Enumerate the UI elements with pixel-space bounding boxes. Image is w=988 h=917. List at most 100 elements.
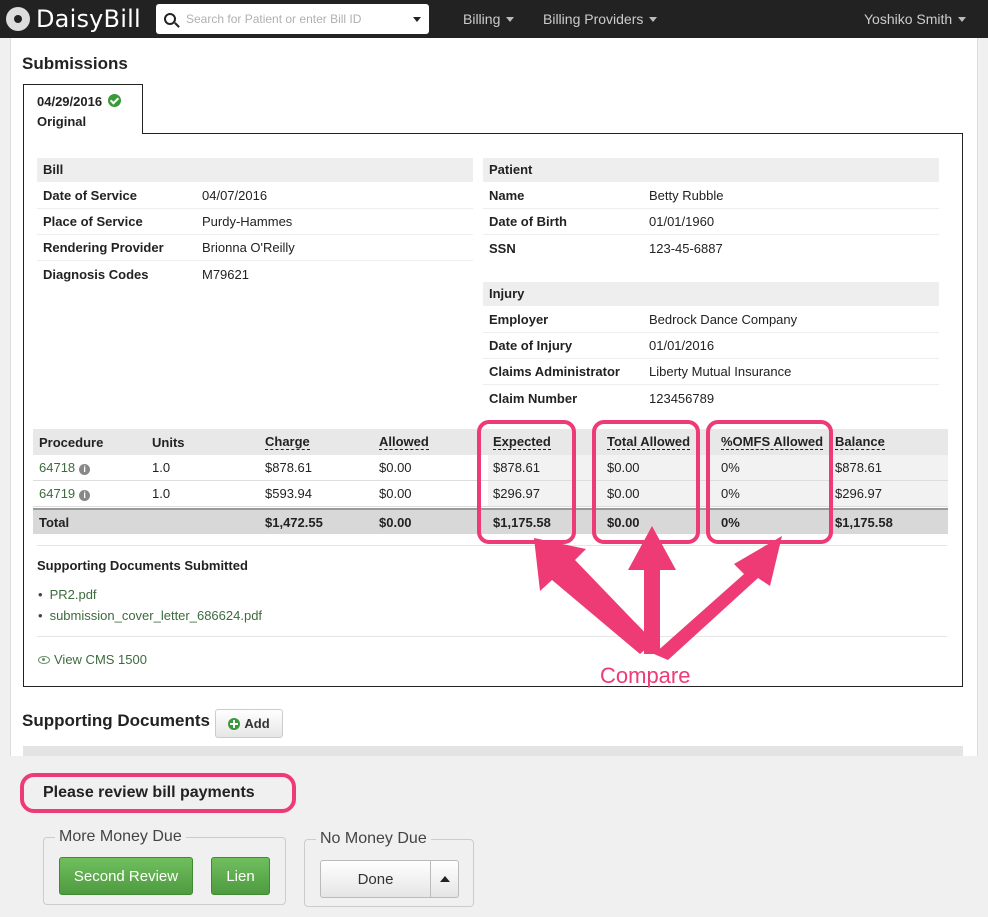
info-icon[interactable]: i — [79, 490, 91, 501]
injury-value: Liberty Mutual Insurance — [649, 364, 792, 379]
allowed: $0.00 — [379, 486, 412, 501]
bill-row: Rendering Provider Brionna O'Reilly — [37, 235, 473, 261]
no-money-due-group: No Money Due Done — [304, 830, 474, 907]
patient-row: Name Betty Rubble — [483, 183, 939, 209]
no-money-due-legend: No Money Due — [316, 830, 431, 848]
supporting-submitted-title: Supporting Documents Submitted — [37, 558, 248, 573]
charge: $593.94 — [265, 486, 312, 501]
balance: $878.61 — [835, 460, 882, 475]
injury-value: 123456789 — [649, 390, 715, 406]
tab-date: 04/29/2016 — [37, 94, 103, 109]
bill-value: 04/07/2016 — [202, 188, 268, 203]
plus-circle-icon — [228, 717, 241, 730]
col-balance[interactable]: Balance — [835, 434, 885, 450]
document-link[interactable]: PR2.pdf — [38, 587, 97, 602]
total-label: Total — [39, 514, 70, 530]
nav-billing-menu[interactable]: Billing — [463, 0, 515, 38]
arrows-icon — [534, 526, 782, 660]
second-review-button[interactable]: Second Review — [59, 857, 193, 895]
balance: $296.97 — [835, 486, 882, 501]
injury-label: Claims Administrator — [489, 364, 620, 379]
add-document-button[interactable]: Add — [215, 709, 283, 738]
search-icon — [164, 13, 176, 25]
patient-row: SSN 123-45-6887 — [483, 235, 939, 261]
daisy-logo-icon — [6, 7, 30, 31]
injury-row: Claims Administrator Liberty Mutual Insu… — [483, 359, 939, 385]
procedure-link[interactable]: 64718 — [39, 460, 75, 475]
nav-billing-providers-menu[interactable]: Billing Providers — [543, 0, 658, 38]
col-allowed[interactable]: Allowed — [379, 434, 429, 450]
bill-row: Date of Service 04/07/2016 — [37, 183, 473, 209]
injury-label: Claim Number — [489, 390, 578, 406]
compare-annotation: Compare — [600, 663, 691, 688]
nav-billing-providers-label: Billing Providers — [543, 11, 644, 27]
injury-row: Employer Bedrock Dance Company — [483, 307, 939, 333]
user-name: Yoshiko Smith — [864, 11, 953, 27]
chevron-down-icon — [958, 16, 967, 22]
chevron-down-icon — [506, 16, 515, 22]
injury-value: Bedrock Dance Company — [649, 312, 798, 327]
col-units: Units — [152, 434, 185, 450]
bill-value: Brionna O'Reilly — [202, 240, 295, 255]
col-charge[interactable]: Charge — [265, 434, 310, 450]
search-box[interactable] — [156, 4, 429, 34]
bill-row: Place of Service Purdy-Hammes — [37, 209, 473, 235]
chevron-down-icon[interactable] — [413, 16, 421, 22]
bill-label: Rendering Provider — [43, 240, 164, 255]
caret-up-icon — [439, 876, 450, 882]
patient-label: SSN — [489, 240, 516, 256]
total-charge: $1,472.55 — [265, 514, 323, 530]
bill-value: Purdy-Hammes — [202, 214, 293, 229]
tab-label: Original — [37, 114, 87, 129]
bill-label: Diagnosis Codes — [43, 266, 149, 282]
injury-row: Date of Injury 01/01/2016 — [483, 333, 939, 359]
submissions-title: Submissions — [22, 54, 128, 73]
bill-value: M79621 — [202, 266, 249, 282]
eye-icon — [38, 655, 50, 664]
done-dropdown-toggle[interactable] — [430, 860, 459, 898]
top-navbar: DaisyBill Billing Billing Providers Yosh… — [0, 0, 988, 38]
total-balance: $1,175.58 — [835, 514, 893, 530]
done-button[interactable]: Done — [320, 860, 431, 898]
procedure-code: 64718 i — [39, 460, 91, 475]
injury-label: Employer — [489, 312, 549, 327]
procedure-code: 64719 i — [39, 486, 91, 501]
add-label: Add — [244, 716, 270, 731]
documents-table-header — [23, 746, 963, 756]
bill-header: Bill — [37, 158, 473, 182]
patient-label: Name — [489, 188, 525, 203]
col-procedure: Procedure — [39, 434, 104, 450]
user-menu[interactable]: Yoshiko Smith — [864, 0, 967, 38]
review-bill-payments-title: Please review bill payments — [20, 773, 296, 813]
injury-row: Claim Number 123456789 — [483, 385, 939, 411]
view-cms-link[interactable]: View CMS 1500 — [38, 652, 147, 667]
allowed: $0.00 — [379, 460, 412, 475]
patient-value: 123-45-6887 — [649, 240, 723, 256]
more-money-due-group: More Money Due Second Review Lien — [43, 828, 286, 905]
bill-label: Date of Service — [43, 188, 137, 203]
tab-original-submission[interactable]: 04/29/2016 Original — [23, 84, 143, 134]
search-input[interactable] — [186, 12, 413, 26]
brand[interactable]: DaisyBill — [6, 5, 151, 33]
units: 1.0 — [152, 486, 171, 501]
bill-row: Diagnosis Codes M79621 — [37, 261, 473, 287]
arrow-to-omfs-allowed — [654, 536, 782, 660]
chevron-down-icon — [649, 16, 658, 22]
charge: $878.61 — [265, 460, 312, 475]
info-icon[interactable]: i — [79, 464, 91, 475]
procedure-link[interactable]: 64719 — [39, 486, 75, 501]
divider — [37, 636, 947, 637]
injury-label: Date of Injury — [489, 338, 573, 353]
divider — [37, 545, 947, 546]
document-link[interactable]: submission_cover_letter_686624.pdf — [38, 608, 262, 623]
supporting-documents-title: Supporting Documents — [22, 711, 210, 730]
nav-billing-label: Billing — [463, 11, 501, 27]
bill-label: Place of Service — [43, 214, 143, 229]
total-allowed-amount: $0.00 — [379, 514, 412, 530]
lien-button[interactable]: Lien — [211, 857, 270, 895]
patient-label: Date of Birth — [489, 214, 567, 229]
patient-row: Date of Birth 01/01/1960 — [483, 209, 939, 235]
check-circle-icon — [107, 94, 121, 107]
injury-header: Injury — [483, 282, 939, 306]
patient-value: 01/01/1960 — [649, 214, 715, 229]
